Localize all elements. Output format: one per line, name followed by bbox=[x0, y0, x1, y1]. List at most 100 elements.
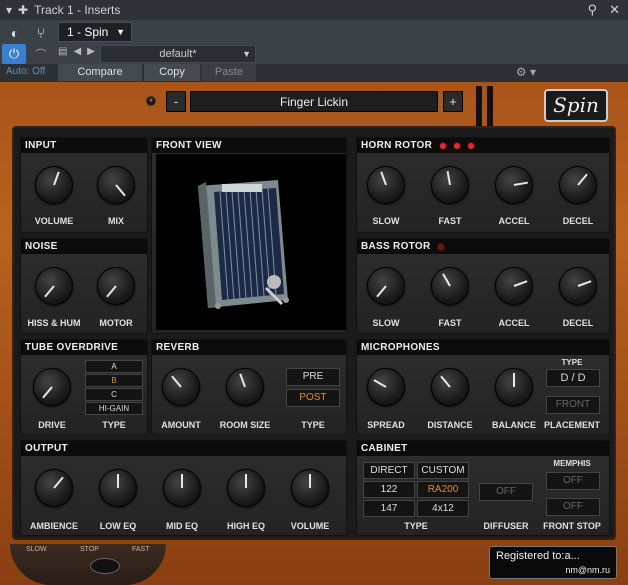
horn-fast-knob[interactable] bbox=[431, 166, 469, 204]
cabinet-custom-cell[interactable]: CUSTOM bbox=[417, 462, 469, 479]
type-label: TYPE bbox=[102, 420, 126, 430]
placement-label: PLACEMENT bbox=[544, 420, 600, 430]
copy-button[interactable]: Copy bbox=[144, 64, 200, 81]
tube-type-b[interactable]: B bbox=[85, 374, 143, 387]
knob-label: AMBIENCE bbox=[29, 521, 78, 531]
volume-knob[interactable] bbox=[35, 166, 73, 204]
reverb-amount-knob[interactable] bbox=[162, 368, 200, 406]
output-panel: OUTPUT AMBIENCE LOW EQ MID EQ HIGH EQ VO… bbox=[20, 440, 347, 536]
insert-slot-select[interactable]: 1 - Spin ▼ bbox=[58, 22, 132, 42]
mid-eq-knob[interactable] bbox=[163, 469, 201, 507]
close-icon[interactable]: ✕ bbox=[609, 2, 620, 18]
speed-lever[interactable] bbox=[90, 558, 120, 574]
preset-next-button[interactable]: + bbox=[443, 91, 463, 112]
preset-list-icon[interactable]: ▤ bbox=[58, 46, 67, 57]
horn-slow-knob[interactable] bbox=[367, 166, 405, 204]
bass-fast-knob[interactable] bbox=[431, 267, 469, 305]
cabinet-122-cell[interactable]: 122 bbox=[363, 481, 415, 498]
horn-accel-knob[interactable] bbox=[495, 166, 533, 204]
next-preset-icon[interactable]: ▶ bbox=[87, 46, 95, 57]
knob-label: SPREAD bbox=[367, 420, 405, 430]
diffuser-button[interactable]: OFF bbox=[479, 483, 533, 501]
balance-knob[interactable] bbox=[495, 368, 533, 406]
horn-rotor-panel: HORN ROTOR SLOW FAST ACCEL DECEL bbox=[356, 137, 610, 233]
cabinet-panel: CABINET DIRECT CUSTOM 122 RA200 147 4x12… bbox=[356, 440, 610, 536]
pin-icon[interactable]: ⚲ bbox=[588, 2, 598, 18]
decor-bar bbox=[487, 86, 493, 126]
knob-label: ACCEL bbox=[498, 318, 530, 328]
mix-knob[interactable] bbox=[97, 166, 135, 204]
speed-stop-label: STOP bbox=[80, 546, 99, 553]
room-size-knob[interactable] bbox=[226, 368, 264, 406]
bass-decel-knob[interactable] bbox=[559, 267, 597, 305]
horn-decel-knob[interactable] bbox=[559, 166, 597, 204]
knob-label: DRIVE bbox=[38, 420, 66, 430]
memphis-button[interactable]: OFF bbox=[546, 472, 600, 490]
noise-panel: NOISE HISS & HUM MOTOR bbox=[20, 238, 148, 334]
speed-switch: SLOW STOP FAST bbox=[10, 544, 166, 585]
preset-menu-icon[interactable]: ● bbox=[146, 96, 156, 106]
high-eq-knob[interactable] bbox=[227, 469, 265, 507]
mic-type-label: TYPE bbox=[561, 358, 583, 367]
routing-icon[interactable]: ⑂ bbox=[30, 22, 52, 44]
cabinet-4x12-cell[interactable]: 4x12 bbox=[417, 500, 469, 517]
output-volume-knob[interactable] bbox=[291, 469, 329, 507]
automation-icon[interactable]: ⌒ bbox=[30, 44, 52, 64]
knob-label: FAST bbox=[438, 216, 462, 226]
window-titlebar: ▾ ✚ Track 1 - Inserts ⚲ ✕ bbox=[0, 0, 628, 20]
tube-type-a[interactable]: A bbox=[85, 360, 143, 373]
prev-preset-icon[interactable]: ◀ bbox=[73, 46, 81, 57]
motor-knob[interactable] bbox=[97, 267, 135, 305]
preset-prev-button[interactable]: - bbox=[166, 91, 186, 112]
drive-knob[interactable] bbox=[33, 368, 71, 406]
compare-button[interactable]: Compare bbox=[58, 64, 142, 81]
spread-knob[interactable] bbox=[367, 368, 405, 406]
panel-title: HORN ROTOR bbox=[357, 138, 609, 153]
settings-gear-icon[interactable]: ⚙ ▾ bbox=[516, 65, 536, 79]
host-preset-select[interactable]: default* ▼ bbox=[100, 45, 256, 63]
panel-title: INPUT bbox=[21, 138, 147, 153]
tube-type-c[interactable]: C bbox=[85, 388, 143, 401]
knob-label: VOLUME bbox=[290, 521, 330, 531]
reverb-post-button[interactable]: POST bbox=[286, 389, 340, 407]
cabinet-direct-cell[interactable]: DIRECT bbox=[363, 462, 415, 479]
panel-title: REVERB bbox=[152, 340, 346, 355]
bypass-knob-icon[interactable]: ◐ bbox=[4, 22, 26, 44]
power-button[interactable]: ⏻ bbox=[2, 44, 26, 64]
knob-label: MIX bbox=[107, 216, 124, 226]
bass-slow-knob[interactable] bbox=[367, 267, 405, 305]
microphones-panel: MICROPHONES TYPE D / D FRONT SPREAD DIST… bbox=[356, 339, 610, 435]
bass-accel-knob[interactable] bbox=[495, 267, 533, 305]
reverb-pre-button[interactable]: PRE bbox=[286, 368, 340, 386]
plugin-preset-name[interactable]: Finger Lickin bbox=[190, 91, 438, 112]
preset-nav: ▤ ◀ ▶ bbox=[58, 46, 95, 57]
chevron-down-icon: ▼ bbox=[116, 27, 125, 37]
window-title: Track 1 - Inserts bbox=[34, 3, 121, 17]
bass-rotor-panel: BASS ROTOR SLOW FAST ACCEL DECEL bbox=[356, 238, 610, 334]
front-stop-label: FRONT STOP bbox=[543, 521, 601, 531]
knob-label: DECEL bbox=[562, 216, 594, 226]
knob-label: VOLUME bbox=[34, 216, 74, 226]
cabinet-type-label: TYPE bbox=[404, 521, 428, 531]
add-icon[interactable]: ✚ bbox=[18, 3, 28, 17]
auto-mode-label[interactable]: Auto: Off bbox=[6, 66, 45, 77]
low-eq-knob[interactable] bbox=[99, 469, 137, 507]
cabinet-ra200-cell[interactable]: RA200 bbox=[417, 481, 469, 498]
leslie-cabinet-icon bbox=[156, 154, 346, 330]
knob-label: ACCEL bbox=[498, 216, 530, 226]
input-panel: INPUT VOLUME MIX bbox=[20, 137, 148, 233]
registration-box: Registered to:a... nm@nm.ru bbox=[489, 546, 617, 579]
tube-type-higain[interactable]: HI-GAIN bbox=[85, 402, 143, 415]
panel-title: TUBE OVERDRIVE bbox=[21, 340, 147, 355]
knob-label: SLOW bbox=[372, 318, 400, 328]
hiss-hum-knob[interactable] bbox=[35, 267, 73, 305]
paste-button[interactable]: Paste bbox=[202, 64, 256, 81]
ambience-knob[interactable] bbox=[35, 469, 73, 507]
distance-knob[interactable] bbox=[431, 368, 469, 406]
mic-type-button[interactable]: D / D bbox=[546, 369, 600, 387]
knob-label: AMOUNT bbox=[161, 420, 201, 430]
front-placement-button[interactable]: FRONT bbox=[546, 396, 600, 414]
front-stop-button[interactable]: OFF bbox=[546, 498, 600, 516]
collapse-icon[interactable]: ▾ bbox=[6, 3, 12, 17]
cabinet-147-cell[interactable]: 147 bbox=[363, 500, 415, 517]
